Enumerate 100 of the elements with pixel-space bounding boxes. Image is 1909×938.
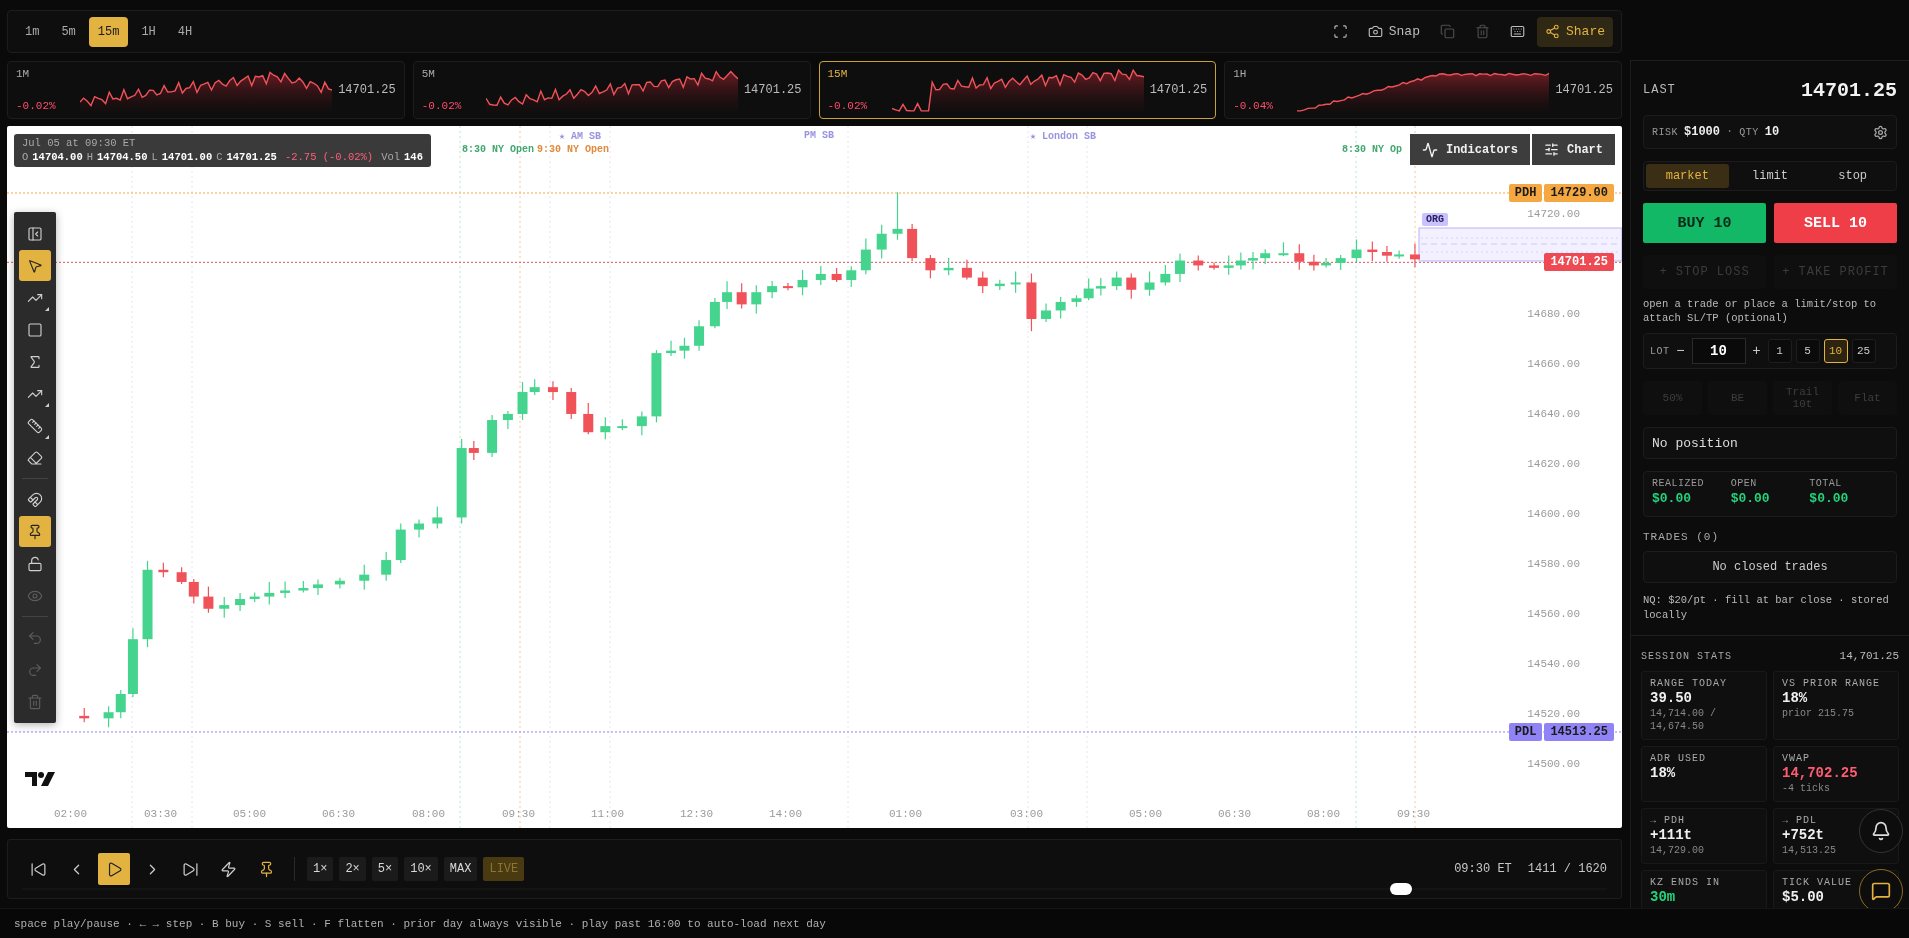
candle (1409, 242, 1420, 268)
timeframe-button[interactable]: 5m (52, 16, 85, 47)
candle (907, 223, 918, 262)
pnl-label: OPEN (1730, 478, 1758, 489)
preview-change: -0.02% (827, 100, 869, 112)
candle (994, 279, 1005, 291)
timeframe-button[interactable]: 1m (16, 16, 49, 47)
price-axis-label: 14600.00 (1527, 508, 1580, 521)
timeframe-preview-card[interactable]: 1M -0.02% 14701.25 (7, 61, 405, 119)
preview-timeframe: 1H (1233, 68, 1248, 80)
lot-input[interactable]: 10 (1691, 338, 1746, 364)
chart-settings-button[interactable]: Chart (1532, 134, 1615, 165)
price-axis-label: 14540.00 (1527, 658, 1580, 671)
timeframe-button[interactable]: 15m (88, 16, 129, 47)
corner-triangle-icon (45, 435, 49, 439)
drawing-tool-button[interactable] (19, 250, 51, 281)
candle (566, 387, 577, 420)
share-icon (1545, 24, 1560, 39)
timeframe-preview-card[interactable]: 1H -0.04% 14701.25 (1224, 61, 1622, 119)
candle (1095, 277, 1106, 297)
candle (767, 280, 778, 299)
increment-button[interactable]: + (1749, 343, 1764, 359)
empty-trades-text: No closed trades (1712, 560, 1828, 574)
preview-price: 14701.25 (1555, 83, 1613, 97)
stat-detail: 14,714.00 / 14,674.50 (1650, 707, 1717, 733)
bar-counter: 1411 / 1620 (1527, 862, 1607, 876)
speed-button[interactable]: 5× (371, 857, 399, 881)
timeframe-preview-card[interactable]: 15M -0.02% 14701.25 (818, 61, 1217, 119)
indicators-button[interactable]: Indicators (1409, 134, 1530, 165)
sell-button[interactable]: SELL 10 (1774, 203, 1897, 243)
speed-button[interactable]: MAX (443, 857, 478, 881)
settings-icon[interactable] (1873, 124, 1888, 140)
order-type-tab[interactable]: stop (1811, 164, 1894, 188)
lot-preset-button[interactable]: 1 (1767, 339, 1792, 363)
candle (395, 523, 406, 564)
speed-button[interactable]: 1× (307, 857, 334, 881)
lot-preset-button[interactable]: 10 (1823, 339, 1848, 363)
progress-thumb[interactable] (1389, 883, 1412, 895)
pnl-value: $0.00 (1730, 491, 1771, 506)
candle (188, 578, 199, 605)
candle (1248, 251, 1259, 271)
time-axis-label: 12:30 (680, 808, 713, 820)
candle (1294, 243, 1305, 271)
replay-control-button[interactable] (98, 853, 130, 885)
bar-date: Jul 05 at 09:30 ET (22, 137, 137, 149)
ohlc-value: 14704.50 (97, 151, 148, 163)
logo-icon (24, 771, 56, 787)
candle (709, 297, 720, 329)
snap-button[interactable]: Snap (1359, 16, 1428, 47)
decrement-button[interactable]: − (1673, 343, 1688, 359)
lot-preset-button[interactable]: 25 (1851, 339, 1876, 363)
chat-button[interactable] (1859, 869, 1903, 908)
candle (264, 581, 275, 606)
candle (432, 505, 443, 530)
candle (831, 267, 842, 283)
candle (1260, 248, 1271, 265)
price-axis-label: 14520.00 (1527, 708, 1580, 721)
time-axis-label: 08:00 (412, 808, 445, 820)
preview-price: 14701.25 (338, 83, 396, 97)
session-label: 8:30 NY Op (1342, 144, 1402, 155)
candle (1235, 251, 1246, 270)
qty-value: 10 (1764, 125, 1780, 139)
time-axis-label: 06:30 (322, 808, 355, 820)
candle (203, 586, 214, 614)
drawing-tool-button[interactable] (19, 516, 51, 547)
preview-timeframe: 5M (421, 68, 436, 80)
candle (1209, 261, 1220, 271)
stat-value: 14,702.25 (1782, 765, 1858, 781)
price-axis-label: 14680.00 (1527, 308, 1580, 321)
candle (1126, 273, 1137, 300)
position-status: No position (1652, 435, 1738, 451)
preview-change: -0.02% (16, 100, 57, 112)
speed-button[interactable]: 10× (404, 857, 438, 881)
timeframe-button[interactable]: 1H (132, 16, 165, 47)
stat-value: 18% (1650, 765, 1676, 781)
stat-value: +111t (1650, 827, 1692, 843)
risk-label: RISK (1652, 126, 1678, 138)
lot-label: LOT (1650, 345, 1670, 357)
order-type-tab[interactable]: limit (1728, 164, 1812, 188)
candle (249, 592, 260, 603)
candle (334, 577, 345, 589)
candle (751, 284, 762, 314)
candle (1223, 254, 1234, 276)
order-type-tab[interactable]: market (1646, 164, 1729, 188)
chart-canvas[interactable] (7, 126, 1622, 828)
buy-button[interactable]: BUY 10 (1643, 203, 1766, 243)
candle (1321, 257, 1332, 268)
timeframe-preview-card[interactable]: 5M -0.02% 14701.25 (412, 61, 811, 119)
lot-preset-button[interactable]: 5 (1795, 339, 1820, 363)
share-button[interactable]: Share (1537, 16, 1613, 47)
candle (1193, 254, 1204, 271)
camera-icon (1367, 24, 1383, 39)
candle (487, 414, 498, 458)
speed-button[interactable]: 2× (339, 857, 366, 881)
stat-detail: 14,513.25 (1782, 844, 1836, 857)
candle (176, 566, 187, 585)
timeframe-button[interactable]: 4H (168, 16, 202, 47)
time-axis-label: 14:00 (769, 808, 802, 820)
candle (736, 282, 747, 309)
price-axis-label: 14660.00 (1527, 358, 1580, 371)
